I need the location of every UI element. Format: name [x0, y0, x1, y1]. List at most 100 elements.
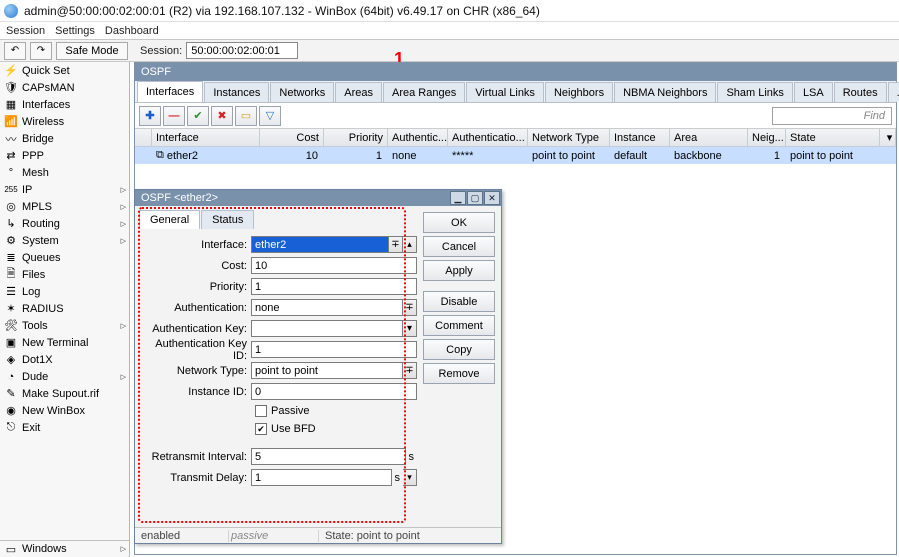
- sidebar-item-supout[interactable]: ✎Make Supout.rif: [0, 385, 129, 402]
- sidebar-item-ppp[interactable]: ⇄PPP: [0, 147, 129, 164]
- input-auth[interactable]: none: [251, 299, 403, 316]
- tab-neighbors[interactable]: Neighbors: [545, 82, 613, 102]
- col-state[interactable]: State: [786, 129, 880, 146]
- sidebar-item-tools[interactable]: 🛠Tools▷: [0, 317, 129, 334]
- sidebar-item-bridge[interactable]: 〰Bridge: [0, 130, 129, 147]
- tab-arearanges[interactable]: Area Ranges: [383, 82, 465, 102]
- sidebar-item-label: Log: [22, 286, 40, 298]
- col-priority[interactable]: Priority: [324, 129, 388, 146]
- comment-button[interactable]: Comment: [423, 315, 495, 336]
- input-retransmit[interactable]: 5: [251, 448, 406, 465]
- comment-button[interactable]: ▭: [235, 106, 257, 126]
- sidebar-item-capsman[interactable]: 🛡CAPsMAN: [0, 79, 129, 96]
- ok-button[interactable]: OK: [423, 212, 495, 233]
- sidebar-item-routing[interactable]: ↳Routing▷: [0, 215, 129, 232]
- sidebar-item-newwinbox[interactable]: ◉New WinBox: [0, 402, 129, 419]
- tab-lsa[interactable]: LSA: [794, 82, 833, 102]
- dropdown-icon[interactable]: ∓: [403, 362, 417, 379]
- label-ntype: Network Type:: [139, 365, 251, 377]
- cancel-button[interactable]: Cancel: [423, 236, 495, 257]
- tab-areas[interactable]: Areas: [335, 82, 382, 102]
- undo-button[interactable]: ↶: [4, 42, 26, 60]
- menu-dashboard[interactable]: Dashboard: [105, 25, 159, 37]
- quickset-icon: ⚡: [4, 64, 18, 78]
- tab-routes[interactable]: Routes: [834, 82, 887, 102]
- input-authkeyid[interactable]: 1: [251, 341, 417, 358]
- input-priority[interactable]: 1: [251, 278, 417, 295]
- sidebar-item-mesh[interactable]: °Mesh: [0, 164, 129, 181]
- find-input[interactable]: Find: [772, 107, 892, 125]
- input-ntype[interactable]: point to point: [251, 362, 403, 379]
- label-txdelay: Transmit Delay:: [139, 472, 251, 484]
- col-authkey[interactable]: Authenticatio...: [448, 129, 528, 146]
- tab-more[interactable]: ...: [888, 82, 899, 102]
- disable-button[interactable]: Disable: [423, 291, 495, 312]
- dialog-titlebar[interactable]: OSPF <ether2> ▁ ▢ ✕: [135, 190, 501, 206]
- tab-interfaces[interactable]: Interfaces: [137, 81, 203, 102]
- input-interface[interactable]: ether2: [251, 236, 389, 253]
- tab-general[interactable]: General: [139, 210, 200, 229]
- sidebar-item-queues[interactable]: ≣Queues: [0, 249, 129, 266]
- sidebar-item-radius[interactable]: ✶RADIUS: [0, 300, 129, 317]
- sidebar-item-log[interactable]: ☰Log: [0, 283, 129, 300]
- maximize-button[interactable]: ▢: [467, 191, 483, 205]
- minimize-button[interactable]: ▁: [450, 191, 466, 205]
- close-button[interactable]: ✕: [484, 191, 500, 205]
- dropdown-icon[interactable]: ∓: [389, 236, 403, 253]
- filter-button[interactable]: ▽: [259, 106, 281, 126]
- label-authkeyid: Authentication Key ID:: [139, 338, 251, 362]
- copy-button[interactable]: Copy: [423, 339, 495, 360]
- tab-nbma[interactable]: NBMA Neighbors: [614, 82, 716, 102]
- up-arrow-icon[interactable]: ▴: [403, 236, 417, 253]
- find-placeholder: Find: [864, 110, 885, 122]
- col-auth[interactable]: Authentic...: [388, 129, 448, 146]
- col-dropdown-icon[interactable]: ▾: [880, 129, 896, 146]
- checkbox-passive[interactable]: Passive: [255, 402, 417, 420]
- sidebar-item-wireless[interactable]: 📶Wireless: [0, 113, 129, 130]
- sidebar-item-files[interactable]: 🗎Files: [0, 266, 129, 283]
- sidebar-item-newterminal[interactable]: ▣New Terminal: [0, 334, 129, 351]
- col-neig[interactable]: Neig...: [748, 129, 786, 146]
- sidebar-item-ip[interactable]: 255IP▷: [0, 181, 129, 198]
- mesh-icon: °: [4, 166, 18, 180]
- col-ntype[interactable]: Network Type: [528, 129, 610, 146]
- sidebar-item-quickset[interactable]: ⚡Quick Set: [0, 62, 129, 79]
- down-arrow-icon[interactable]: ▾: [403, 469, 417, 486]
- menu-settings[interactable]: Settings: [55, 25, 95, 37]
- sidebar-item-exit[interactable]: ⎋Exit: [0, 419, 129, 436]
- sidebar-item-dot1x[interactable]: ◈Dot1X: [0, 351, 129, 368]
- cell-priority: 1: [324, 147, 388, 164]
- input-authkey[interactable]: [251, 320, 403, 337]
- apply-button[interactable]: Apply: [423, 260, 495, 281]
- ospf-toolbar: ✚ — ✔ ✖ ▭ ▽ Find: [135, 103, 896, 129]
- dropdown-icon[interactable]: ▾: [403, 320, 417, 337]
- tab-instances[interactable]: Instances: [204, 82, 269, 102]
- tab-networks[interactable]: Networks: [270, 82, 334, 102]
- sidebar-item-system[interactable]: ⚙System▷: [0, 232, 129, 249]
- tab-sham[interactable]: Sham Links: [717, 82, 792, 102]
- remove-button[interactable]: Remove: [423, 363, 495, 384]
- col-instance[interactable]: Instance: [610, 129, 670, 146]
- remove-button[interactable]: —: [163, 106, 185, 126]
- sidebar-item-windows[interactable]: ▭Windows▷: [0, 540, 129, 557]
- tab-status[interactable]: Status: [201, 210, 254, 229]
- col-cost[interactable]: Cost: [260, 129, 324, 146]
- safe-mode-button[interactable]: Safe Mode: [56, 42, 128, 60]
- table-row[interactable]: ⧉ether2 10 1 none ***** point to point d…: [135, 147, 896, 164]
- input-txdelay[interactable]: 1: [251, 469, 392, 486]
- input-cost[interactable]: 10: [251, 257, 417, 274]
- col-area[interactable]: Area: [670, 129, 748, 146]
- menu-session[interactable]: Session: [6, 25, 45, 37]
- redo-button[interactable]: ↷: [30, 42, 52, 60]
- enable-button[interactable]: ✔: [187, 106, 209, 126]
- tab-virtuallinks[interactable]: Virtual Links: [466, 82, 544, 102]
- sidebar-item-interfaces[interactable]: ▦Interfaces: [0, 96, 129, 113]
- input-instanceid[interactable]: 0: [251, 383, 417, 400]
- checkbox-usebfd[interactable]: ✔Use BFD: [255, 420, 417, 438]
- add-button[interactable]: ✚: [139, 106, 161, 126]
- dropdown-icon[interactable]: ∓: [403, 299, 417, 316]
- col-interface[interactable]: Interface: [152, 129, 260, 146]
- sidebar-item-dude[interactable]: ◔Dude▷: [0, 368, 129, 385]
- disable-button[interactable]: ✖: [211, 106, 233, 126]
- sidebar-item-mpls[interactable]: ◎MPLS▷: [0, 198, 129, 215]
